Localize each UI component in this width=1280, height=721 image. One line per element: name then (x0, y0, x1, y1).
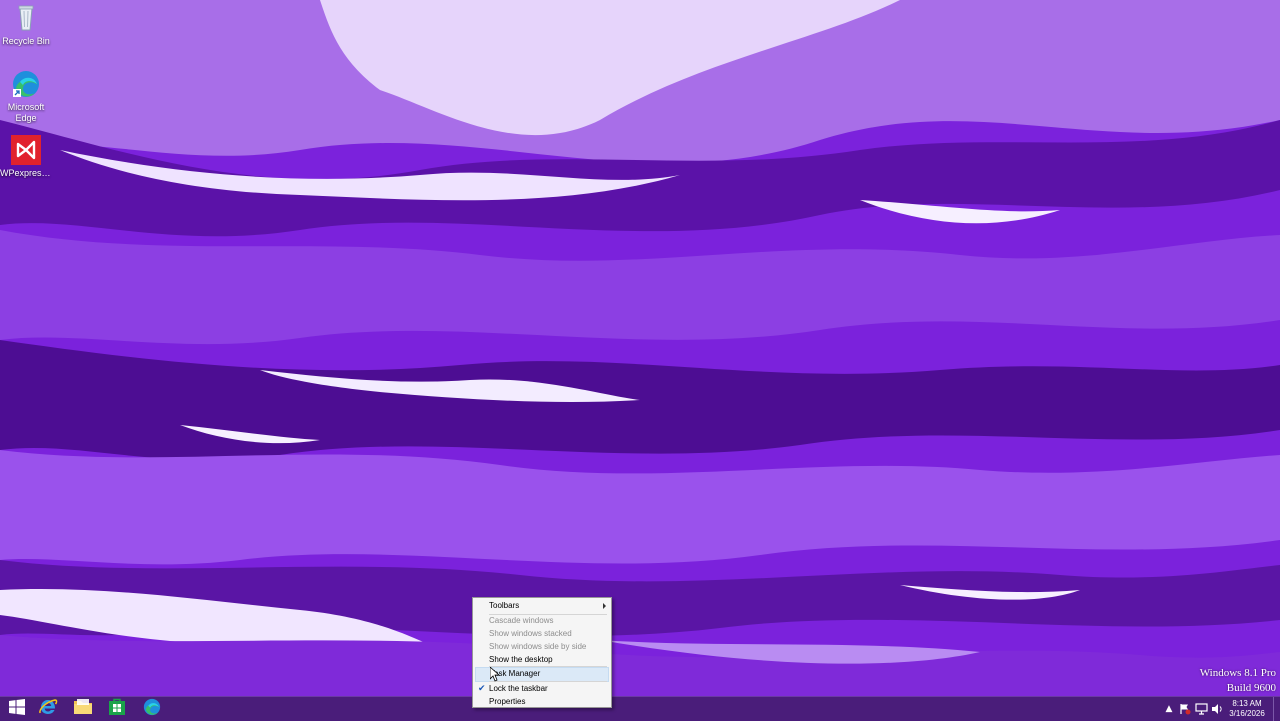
visual-studio-icon (10, 134, 42, 166)
volume-icon[interactable] (1209, 697, 1225, 721)
ie-icon (38, 697, 58, 721)
windows-logo-icon (9, 699, 25, 719)
menu-item-label: Show windows stacked (489, 629, 572, 638)
desktop-wallpaper (0, 0, 1280, 696)
show-hidden-icons[interactable]: ▲ (1161, 697, 1177, 721)
watermark-edition: Windows 8.1 Pro (1199, 667, 1276, 679)
chevron-up-icon: ▲ (1165, 704, 1173, 714)
desktop-icon-label: Microsoft Edge (7, 102, 45, 123)
store-icon (108, 698, 126, 720)
menu-item-toolbars[interactable]: Toolbars (475, 599, 609, 612)
menu-item-label: Show the desktop (489, 655, 553, 664)
show-desktop-button[interactable] (1273, 697, 1280, 721)
taskbar-microsoft-edge[interactable] (135, 697, 169, 721)
menu-item-label: Lock the taskbar (489, 684, 548, 693)
clock-time: 8:13 AM (1232, 699, 1262, 708)
menu-item-show-the-desktop[interactable]: Show the desktop (475, 653, 609, 666)
menu-item-show-windows-stacked[interactable]: Show windows stacked (475, 627, 609, 640)
taskbar-clock[interactable]: 8:13 AM 3/16/2026 (1225, 699, 1269, 719)
desktop-icon-wpexpress[interactable]: WPexpress ... (0, 134, 52, 179)
recycle-bin-icon (10, 2, 42, 34)
desktop-icon-label: WPexpress ... (0, 168, 52, 178)
system-tray: ▲ 8:13 AM 3/16/2026 (1161, 697, 1280, 721)
desktop-icon-microsoft-edge[interactable]: Microsoft Edge (0, 68, 52, 124)
start-button[interactable] (0, 697, 34, 721)
edge-icon (142, 697, 162, 721)
edge-icon (10, 68, 42, 100)
folder-icon (73, 698, 93, 720)
menu-item-label: Show windows side by side (489, 642, 587, 651)
taskbar[interactable]: ▲ 8:13 AM 3/16/2026 (0, 696, 1280, 721)
menu-item-label: Cascade windows (489, 616, 554, 625)
mouse-cursor-icon (489, 666, 501, 683)
menu-item-show-windows-side-by-side[interactable]: Show windows side by side (475, 640, 609, 653)
menu-item-label: Properties (489, 697, 526, 706)
watermark-build: Build 9600 (1226, 682, 1276, 694)
menu-item-properties[interactable]: Properties (475, 695, 609, 708)
taskbar-internet-explorer[interactable] (31, 697, 65, 721)
checkmark-icon: ✔ (478, 683, 486, 693)
submenu-arrow-icon (603, 603, 606, 609)
menu-item-cascade-windows[interactable]: Cascade windows (475, 614, 609, 627)
taskbar-context-menu: Toolbars Cascade windows Show windows st… (472, 597, 612, 708)
taskbar-file-explorer[interactable] (66, 697, 100, 721)
clock-date: 3/16/2026 (1229, 709, 1265, 718)
network-icon[interactable] (1193, 697, 1209, 721)
desktop-icon-label: Recycle Bin (2, 36, 50, 46)
taskbar-store[interactable] (100, 697, 134, 721)
action-center-flag-icon[interactable] (1177, 697, 1193, 721)
menu-item-lock-the-taskbar[interactable]: ✔ Lock the taskbar (475, 682, 609, 695)
menu-item-label: Toolbars (489, 601, 520, 610)
desktop-icon-recycle-bin[interactable]: Recycle Bin (0, 2, 52, 47)
windows-build-watermark: Windows 8.1 Pro Build 9600 (1200, 666, 1276, 696)
